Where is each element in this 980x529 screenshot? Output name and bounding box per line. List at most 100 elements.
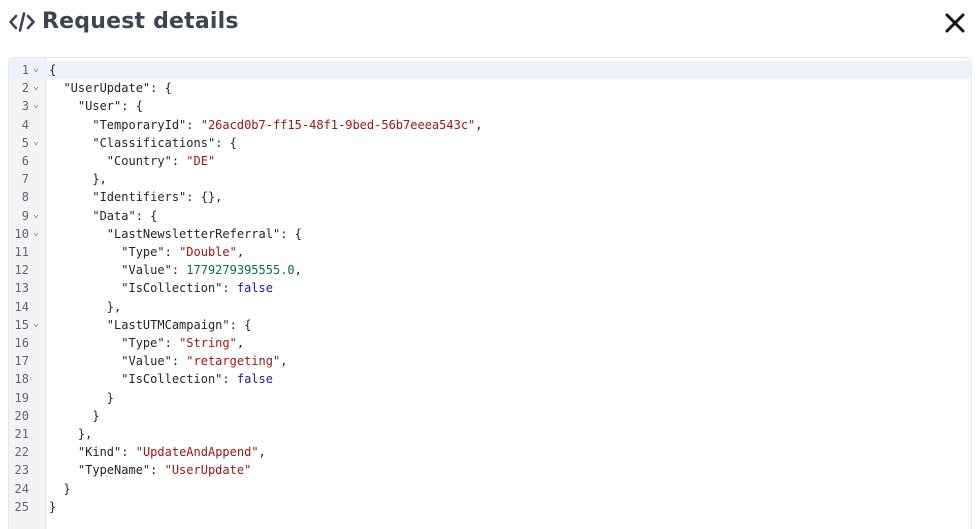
code-token: ,: [280, 354, 288, 369]
fold-chevron-icon[interactable]: ⌄: [33, 206, 39, 224]
code-line[interactable]: 23 "TypeName": "UserUpdate": [9, 461, 971, 479]
code-token: "Identifiers": [92, 190, 187, 205]
code-editor[interactable]: 1 ⌄{2 ⌄ "UserUpdate": {3 ⌄ "User": {4 "Temp…: [8, 57, 972, 529]
line-code: "Type": "Double",: [49, 243, 244, 261]
code-token: "retargeting": [186, 354, 281, 369]
line-number: 5: [21, 135, 29, 150]
dialog-header: Request details: [0, 0, 980, 50]
code-line[interactable]: 8 "Identifiers": {},: [9, 188, 971, 206]
line-code: "IsCollection": false: [49, 279, 273, 297]
fold-chevron-icon[interactable]: ⌄: [33, 133, 39, 151]
line-number: 16: [14, 336, 29, 350]
line-number: 10: [14, 226, 29, 241]
code-token: "Classifications": [92, 135, 216, 150]
close-icon[interactable]: [944, 12, 966, 34]
code-token: : {: [229, 317, 252, 332]
code-line[interactable]: 7 },: [9, 170, 971, 188]
code-token: "IsCollection": [121, 281, 223, 296]
line-code: "LastNewsletterReferral": {: [49, 225, 302, 243]
line-number: 14: [14, 299, 29, 314]
line-number: 7: [21, 172, 29, 187]
code-token: }: [106, 390, 115, 405]
line-code: "Type": "String",: [49, 334, 244, 352]
code-token: "Double": [179, 245, 237, 259]
code-line[interactable]: 17 "Value": "retargeting",: [9, 352, 971, 370]
fold-chevron-icon[interactable]: ⌄: [33, 60, 39, 78]
code-line[interactable]: 13 "IsCollection": false: [9, 279, 971, 297]
code-token: ,: [475, 117, 483, 132]
dialog-title: Request details: [42, 9, 239, 34]
code-token: "Value": [121, 263, 172, 278]
line-number: 8: [21, 190, 29, 205]
code-line[interactable]: 18 "IsCollection": false: [9, 370, 971, 388]
code-line[interactable]: 14 },: [9, 298, 971, 316]
code-token: 1779279395555.0: [186, 263, 295, 278]
line-number: 22: [14, 445, 29, 460]
line-number: 12: [14, 263, 29, 278]
code-token: "26acd0b7-ff15-48f1-9bed-56b7eeea543c": [200, 117, 476, 132]
fold-chevron-icon[interactable]: ⌄: [33, 96, 39, 114]
code-icon: [9, 12, 35, 32]
line-code: "Classifications": {: [49, 134, 237, 152]
code-line[interactable]: 1 ⌄ {: [9, 60, 971, 80]
code-token: :: [171, 263, 187, 278]
code-line[interactable]: 11 "Type": "Double",: [9, 243, 971, 261]
code-token: },: [92, 172, 107, 187]
code-token: ,: [236, 336, 245, 350]
line-code: "Value": "retargeting",: [49, 352, 287, 370]
code-line[interactable]: 22 "Kind": "UpdateAndAppend",: [9, 443, 971, 461]
line-code: }: [49, 480, 71, 498]
line-code: {: [49, 61, 56, 79]
code-line[interactable]: 19 }: [9, 389, 971, 407]
code-line[interactable]: 2 ⌄ "UserUpdate": {: [9, 79, 971, 97]
code-line[interactable]: 20 }: [9, 407, 971, 425]
code-token: ,: [258, 445, 266, 460]
code-line[interactable]: 12 "Value": 1779279395555.0,: [9, 261, 971, 279]
code-token: "UserUpdate": [164, 463, 252, 478]
code-line[interactable]: 5 ⌄ "Classifications": {: [9, 134, 971, 152]
code-line[interactable]: 6 "Country": "DE": [9, 152, 971, 170]
line-number: 4: [21, 117, 29, 132]
code-line[interactable]: 24 }: [9, 480, 971, 498]
code-token: "Kind": [77, 445, 122, 460]
code-line[interactable]: 4 "TemporaryId": "26acd0b7-ff15-48f1-9be…: [9, 116, 971, 134]
code-token: "Value": [121, 354, 172, 369]
code-token: "LastNewsletterReferral": [106, 226, 281, 241]
code-line[interactable]: 9 ⌄ "Data": {: [9, 207, 971, 225]
fold-chevron-icon[interactable]: ⌄: [33, 224, 39, 242]
line-number: 21: [14, 427, 29, 441]
line-number: 20: [14, 408, 29, 423]
code-line[interactable]: 21 },: [9, 425, 971, 443]
code-token: :: [186, 117, 201, 132]
fold-chevron-icon[interactable]: ⌄: [33, 315, 39, 333]
code-line[interactable]: 16 "Type": "String",: [9, 334, 971, 352]
fold-chevron-icon[interactable]: ⌄: [33, 78, 39, 96]
code-token: :: [164, 336, 180, 350]
line-code: }: [49, 389, 114, 407]
line-code: },: [49, 298, 121, 316]
line-number: 15: [14, 317, 29, 332]
code-token: }: [63, 481, 71, 496]
line-number: 24: [14, 481, 29, 496]
code-line[interactable]: 10 ⌄ "LastNewsletterReferral": {: [9, 225, 971, 243]
line-code: "TemporaryId": "26acd0b7-ff15-48f1-9bed-…: [49, 116, 483, 134]
line-number: 17: [14, 354, 29, 369]
code-line[interactable]: 25}: [9, 498, 971, 516]
code-token: "LastUTMCampaign": [106, 317, 230, 332]
code-line[interactable]: 15 ⌄ "LastUTMCampaign": {: [9, 316, 971, 334]
line-code: "Value": 1779279395555.0,: [49, 261, 302, 279]
code-line[interactable]: 3 ⌄ "User": {: [9, 97, 971, 115]
line-number: 25: [14, 499, 29, 514]
line-number: 11: [14, 245, 29, 259]
